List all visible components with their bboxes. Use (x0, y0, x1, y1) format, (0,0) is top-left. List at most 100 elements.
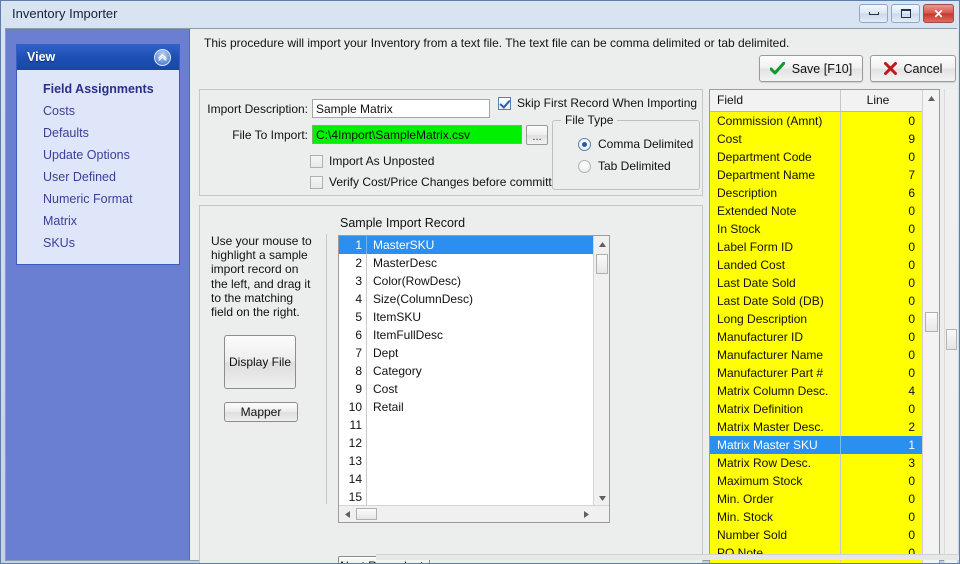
view-nav-header: View (17, 45, 179, 70)
sidebar-item-numeric-format[interactable]: Numeric Format (17, 188, 179, 210)
column-header-line[interactable]: Line (841, 90, 923, 111)
sample-record-row[interactable]: 12 (339, 434, 594, 452)
sidebar-item-field-assignments[interactable]: Field Assignments (17, 78, 179, 100)
grid-row[interactable]: Maximum Stock 0 (710, 472, 924, 490)
grid-row[interactable]: Manufacturer Name 0 (710, 346, 924, 364)
grid-row[interactable]: Extended Note 0 (710, 202, 924, 220)
sample-record-row[interactable]: 9 Cost (339, 380, 594, 398)
grid-cell-line: 0 (908, 150, 915, 164)
sample-record-index: 12 (339, 434, 367, 452)
record-list-horizontal-scrollbar[interactable] (339, 505, 609, 522)
verify-cost-price-checkbox[interactable]: Verify Cost/Price Changes before committ… (310, 175, 568, 189)
scroll-up-icon[interactable] (923, 90, 939, 107)
import-description-input[interactable] (312, 99, 490, 118)
browse-button[interactable]: ... (526, 125, 548, 145)
radio-comma-delimited-label: Comma Delimited (598, 137, 694, 151)
grid-row[interactable]: Cost 9 (710, 130, 924, 148)
grid-row[interactable]: Min. Order 0 (710, 490, 924, 508)
grid-cell-line: 0 (908, 294, 915, 308)
chevron-up-circle-icon[interactable] (154, 49, 171, 66)
sample-record-row[interactable]: 6 ItemFullDesc (339, 326, 594, 344)
grid-scroll-thumb[interactable] (925, 312, 938, 332)
save-button[interactable]: Save [F10] (759, 55, 863, 82)
maximize-button[interactable] (891, 4, 920, 23)
sample-record-row[interactable]: 5 ItemSKU (339, 308, 594, 326)
sidebar-item-skus[interactable]: SKUs (17, 232, 179, 254)
record-list-vertical-scrollbar[interactable] (593, 236, 609, 506)
grid-row[interactable]: Matrix Master Desc. 2 (710, 418, 924, 436)
grid-cell-line: 0 (908, 366, 915, 380)
sample-record-index: 4 (339, 290, 367, 308)
mapper-button[interactable]: Mapper (224, 402, 298, 422)
grid-row[interactable]: Manufacturer ID 0 (710, 328, 924, 346)
cancel-button[interactable]: Cancel (870, 55, 956, 82)
import-as-unposted-checkbox[interactable]: Import As Unposted (310, 154, 434, 168)
radio-comma-delimited[interactable]: Comma Delimited (578, 137, 693, 151)
grid-row[interactable]: Matrix Column Desc. 4 (710, 382, 924, 400)
grid-row[interactable]: Landed Cost 0 (710, 256, 924, 274)
grid-row[interactable]: Min. Stock 0 (710, 508, 924, 526)
grid-row[interactable]: Manufacturer Part # 0 (710, 364, 924, 382)
sidebar-item-costs[interactable]: Costs (17, 100, 179, 122)
grid-cell-field: Last Date Sold (710, 274, 841, 292)
grid-row[interactable]: Matrix Master SKU 1 (710, 436, 924, 454)
sample-record-row[interactable]: 14 (339, 470, 594, 488)
grid-cell-field: Matrix Column Desc. (710, 382, 841, 400)
sample-record-row[interactable]: 10 Retail (339, 398, 594, 416)
sample-record-row[interactable]: 15 (339, 488, 594, 506)
sidebar-item-matrix[interactable]: Matrix (17, 210, 179, 232)
scroll-down-icon[interactable] (594, 490, 609, 506)
grid-cell-field: Min. Order (710, 490, 841, 508)
sidebar-item-defaults[interactable]: Defaults (17, 122, 179, 144)
sidebar-item-update-options[interactable]: Update Options (17, 144, 179, 166)
grid-vertical-scrollbar[interactable] (922, 90, 939, 563)
grid-row[interactable]: Description 6 (710, 184, 924, 202)
grid-row[interactable]: Last Date Sold 0 (710, 274, 924, 292)
sample-record-row[interactable]: 1 MasterSKU (339, 236, 594, 254)
sample-record-index: 15 (339, 488, 367, 506)
scroll-right-icon[interactable] (578, 506, 594, 522)
display-file-button[interactable]: Display File (224, 335, 296, 389)
field-assignment-grid[interactable]: Field Line Commission (Amnt) 0 Cost 9 Depart… (709, 89, 940, 563)
sample-record-value: Color(RowDesc) (373, 274, 462, 288)
scroll-up-icon[interactable] (594, 236, 609, 252)
scroll-left-icon[interactable] (339, 506, 355, 522)
grid-row[interactable]: Number Sold 0 (710, 526, 924, 544)
record-list-hscroll-thumb[interactable] (356, 508, 377, 520)
grid-row[interactable]: Matrix Definition 0 (710, 400, 924, 418)
panel-scroll-thumb[interactable] (946, 329, 957, 350)
grid-cell-line: 7 (908, 168, 915, 182)
sample-record-row[interactable]: 4 Size(ColumnDesc) (339, 290, 594, 308)
grid-row[interactable]: Department Name 7 (710, 166, 924, 184)
grid-row[interactable]: In Stock 0 (710, 220, 924, 238)
sample-record-index: 14 (339, 470, 367, 488)
grid-row[interactable]: Label Form ID 0 (710, 238, 924, 256)
sidebar-item-user-defined[interactable]: User Defined (17, 166, 179, 188)
grid-row[interactable]: Matrix Row Desc. 3 (710, 454, 924, 472)
sample-record-row[interactable]: 13 (339, 452, 594, 470)
column-header-field[interactable]: Field (710, 90, 841, 111)
minimize-button[interactable] (859, 4, 888, 23)
file-type-legend: File Type (561, 113, 618, 127)
radio-tab-delimited[interactable]: Tab Delimited (578, 159, 671, 173)
file-to-import-input[interactable] (312, 125, 522, 144)
sample-record-row[interactable]: 8 Category (339, 362, 594, 380)
view-nav-title: View (27, 50, 56, 64)
sample-record-row[interactable]: 7 Dept (339, 344, 594, 362)
grid-row[interactable]: Department Code 0 (710, 148, 924, 166)
sample-record-listbox[interactable]: 1 MasterSKU 2 MasterDesc 3 Color(RowDesc) 4 Siz… (338, 235, 610, 523)
record-list-scroll-thumb[interactable] (596, 254, 608, 274)
close-button[interactable]: ✕ (923, 4, 954, 23)
sample-import-record-title: Sample Import Record (340, 216, 466, 230)
sample-record-row[interactable]: 2 MasterDesc (339, 254, 594, 272)
grid-cell-field: Matrix Master SKU (710, 436, 841, 454)
grid-row[interactable]: Last Date Sold (DB) 0 (710, 292, 924, 310)
skip-first-record-checkbox[interactable]: Skip First Record When Importing (498, 96, 697, 110)
sample-record-row[interactable]: 11 (339, 416, 594, 434)
grid-row[interactable]: Commission (Amnt) 0 (710, 112, 924, 130)
panel-vertical-scrollbar[interactable] (944, 89, 957, 563)
grid-row[interactable]: Long Description 0 (710, 310, 924, 328)
sample-record-value: ItemFullDesc (373, 328, 444, 342)
radio-dot-selected (578, 137, 591, 151)
sample-record-row[interactable]: 3 Color(RowDesc) (339, 272, 594, 290)
